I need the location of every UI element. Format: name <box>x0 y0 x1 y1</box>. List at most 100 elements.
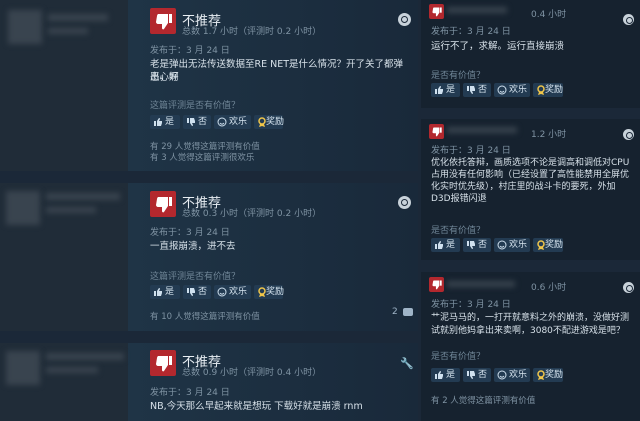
thumbs-down-icon <box>466 370 476 380</box>
review-text-line: 优化依托答辩，画质选项不论是调高和调低对CPU <box>431 158 630 168</box>
thumbs-down-icon <box>429 277 444 292</box>
helpful-count: 有 10 人觉得这篇评测有价值 <box>150 312 260 322</box>
vote-no-button[interactable]: 否 <box>463 238 491 252</box>
button-label: 欢乐 <box>509 85 528 95</box>
comment-icon <box>402 307 413 316</box>
review-card-1: 不推荐 总数 1.7 小时（评测时 0.2 小时） 发布于：3 月 24 日 老… <box>0 0 418 171</box>
button-label: 否 <box>478 370 488 380</box>
review-card-5: 1.2 小时 发布于：3 月 24 日 优化依托答辩，画质选项不论是调高和调低对… <box>421 119 640 260</box>
author-info-blurred <box>0 183 128 331</box>
helpful-question: 这篇评测是否有价值？ <box>150 272 241 282</box>
button-label: 奖励 <box>545 370 564 380</box>
review-text-line: 占用没有任何影响（已经设置了高性能禁用全屏优 <box>431 170 630 180</box>
thumbs-down-icon <box>466 240 476 250</box>
button-label: 否 <box>478 240 488 250</box>
button-label: 否 <box>198 117 208 127</box>
button-label: 是 <box>446 240 456 250</box>
review-text-line: 艹泥马马的，一打开就意料之外的崩溃，没做好测 <box>431 313 630 323</box>
funny-count: 有 3 人觉得这篇评测很欢乐 <box>150 153 255 163</box>
button-label: 是 <box>446 85 456 95</box>
comment-count[interactable]: 2 <box>392 307 413 317</box>
thumbs-up-icon <box>434 370 444 380</box>
vote-funny-button[interactable]: 欢乐 <box>494 238 530 252</box>
review-hours: 0.4 小时 <box>531 10 567 20</box>
vote-funny-button[interactable]: 欢乐 <box>214 285 251 299</box>
review-text-line: 化实时优先级），村庄里的战斗卡的要死，外加 <box>431 182 616 192</box>
button-label: 欢乐 <box>509 240 528 250</box>
helpful-question: 是否有价值？ <box>431 226 486 236</box>
steam-icon <box>623 14 634 25</box>
smiley-icon <box>217 117 227 127</box>
review-text-line: NB,今天那么早起来就是想玩 下载好就是崩溃 rnm <box>150 401 363 412</box>
author-info-blurred <box>0 0 128 171</box>
award-icon <box>257 287 267 297</box>
button-label: 否 <box>198 287 208 297</box>
steam-icon <box>398 196 411 209</box>
vote-yes-button[interactable]: 是 <box>431 238 460 252</box>
steam-icon <box>623 282 634 293</box>
smiley-icon <box>217 287 227 297</box>
vote-yes-button[interactable]: 是 <box>150 285 180 299</box>
comment-count-value: 2 <box>392 307 398 317</box>
vote-funny-button[interactable]: 欢乐 <box>214 115 251 129</box>
vote-funny-button[interactable]: 欢乐 <box>494 368 530 382</box>
thumbs-down-icon <box>429 4 444 19</box>
posted-date: 发布于：3 月 24 日 <box>431 300 511 310</box>
thumbs-down-icon <box>150 191 176 217</box>
helpful-question: 是否有价值？ <box>431 352 486 362</box>
vote-no-button[interactable]: 否 <box>183 115 211 129</box>
award-button[interactable]: 奖励 <box>533 368 563 382</box>
smiley-icon <box>497 240 507 250</box>
award-button[interactable]: 奖励 <box>533 238 563 252</box>
button-label: 是 <box>446 370 456 380</box>
review-text-line: 运行不了，求解。运行直接崩溃 <box>431 41 565 52</box>
award-button[interactable]: 奖励 <box>254 285 285 299</box>
award-icon <box>257 117 267 127</box>
review-card-4: 0.4 小时 发布于：3 月 24 日 运行不了，求解。运行直接崩溃 是否有价值… <box>421 0 640 108</box>
posted-date: 发布于：3 月 24 日 <box>431 146 511 156</box>
helpful-question: 是否有价值？ <box>431 71 486 81</box>
button-label: 是 <box>165 117 175 127</box>
award-icon <box>536 85 546 95</box>
review-card-6: 0.6 小时 发布于：3 月 24 日 艹泥马马的，一打开就意料之外的崩溃，没做… <box>421 272 640 421</box>
vote-no-button[interactable]: 否 <box>463 368 491 382</box>
thumbs-down-icon <box>150 350 176 376</box>
review-hours: 总数 0.9 小时（评测时 0.4 小时） <box>182 368 322 378</box>
thumbs-down-icon <box>150 8 176 34</box>
button-label: 欢乐 <box>229 117 248 127</box>
vote-funny-button[interactable]: 欢乐 <box>494 83 530 97</box>
posted-date: 发布于：3 月 24 日 <box>150 228 230 238</box>
review-hours: 总数 1.7 小时（评测时 0.2 小时） <box>182 27 322 37</box>
review-text-line: 试就别他妈拿出来卖啊，3080不配进游戏是吧？ <box>431 326 625 336</box>
button-label: 奖励 <box>266 117 285 127</box>
vote-no-button[interactable]: 否 <box>183 285 211 299</box>
review-card-3: 不推荐 总数 0.9 小时（评测时 0.4 小时） 🔧 发布于：3 月 24 日… <box>0 343 418 421</box>
helpful-count: 有 2 人觉得这篇评测有价值 <box>431 396 536 406</box>
button-label: 奖励 <box>545 85 564 95</box>
vote-yes-button[interactable]: 是 <box>150 115 180 129</box>
smiley-icon <box>497 370 507 380</box>
vote-yes-button[interactable]: 是 <box>431 368 460 382</box>
review-text-line: 恶心啊 <box>150 72 179 83</box>
posted-date: 发布于：3 月 24 日 <box>431 27 511 37</box>
thumbs-up-icon <box>434 240 444 250</box>
steam-icon <box>398 13 411 26</box>
thumbs-down-icon <box>429 124 444 139</box>
vote-yes-button[interactable]: 是 <box>431 83 460 97</box>
award-button[interactable]: 奖励 <box>254 115 285 129</box>
vote-no-button[interactable]: 否 <box>463 83 491 97</box>
thumbs-up-icon <box>153 287 163 297</box>
award-icon <box>536 240 546 250</box>
review-text-line: 一直报崩溃，进不去 <box>150 241 236 252</box>
review-hours: 0.6 小时 <box>531 283 567 293</box>
award-button[interactable]: 奖励 <box>533 83 563 97</box>
posted-date: 发布于：3 月 24 日 <box>150 388 230 398</box>
button-label: 奖励 <box>545 240 564 250</box>
review-text-line: D3D报错闪退 <box>431 194 487 204</box>
review-text-line: 老是弹出无法传送数据至RE NET是什么情况？开了关了都弹出，好 <box>150 59 404 83</box>
thumbs-up-icon <box>153 117 163 127</box>
button-label: 奖励 <box>266 287 285 297</box>
helpful-question: 这篇评测是否有价值？ <box>150 101 241 111</box>
review-card-2: 不推荐 总数 0.3 小时（评测时 0.2 小时） 发布于：3 月 24 日 一… <box>0 183 418 331</box>
button-label: 欢乐 <box>229 287 248 297</box>
